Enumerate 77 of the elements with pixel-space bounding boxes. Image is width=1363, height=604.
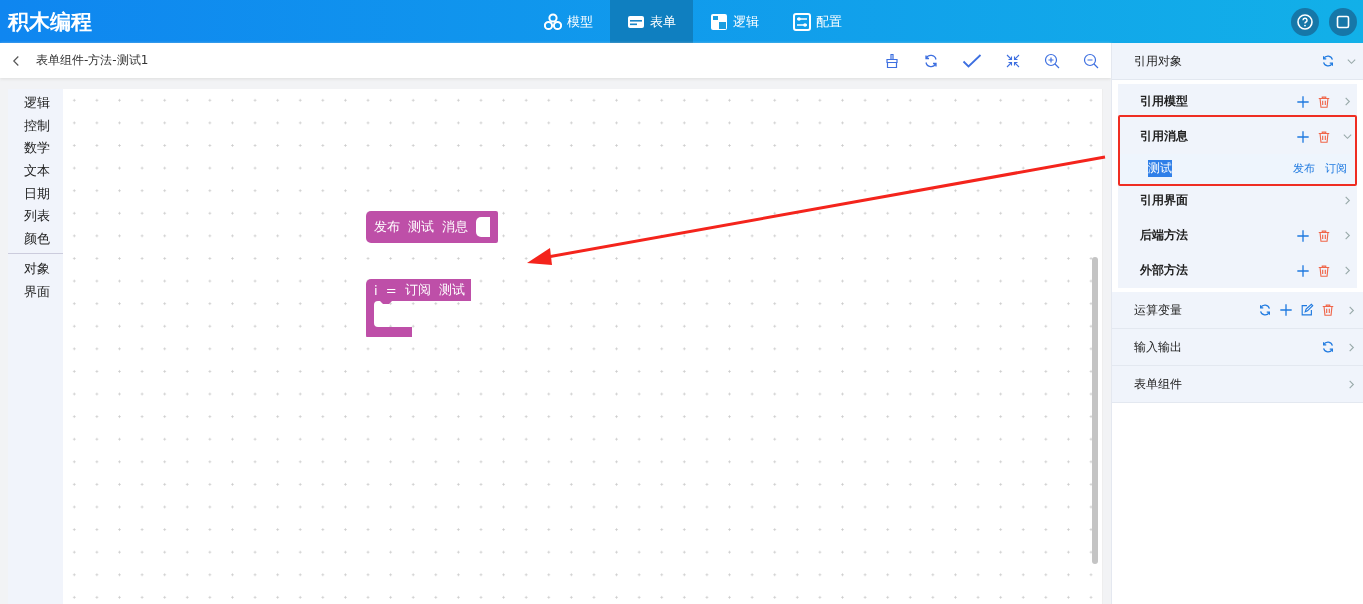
delete-icon[interactable]: [1317, 129, 1331, 144]
refresh-icon[interactable]: [1321, 54, 1335, 68]
item-name: 测试: [1148, 160, 1172, 177]
brush-icon[interactable]: [884, 52, 900, 69]
subsection-header[interactable]: 引用模型: [1118, 84, 1357, 119]
app-title: 积木编程: [6, 8, 93, 36]
chevron-icon[interactable]: [1342, 265, 1353, 276]
delete-icon[interactable]: [1317, 263, 1331, 278]
scrollbar[interactable]: [1092, 257, 1098, 564]
refresh-icon[interactable]: [1321, 340, 1335, 354]
toolbox-category[interactable]: 日期: [8, 182, 63, 206]
section-title: 输入输出: [1134, 338, 1182, 356]
panel-section-header[interactable]: 引用对象: [1112, 43, 1363, 80]
back-icon[interactable]: [12, 54, 21, 67]
block-label: 订阅: [404, 281, 431, 299]
subsection-header[interactable]: 后端方法: [1118, 218, 1357, 253]
toolbox-category[interactable]: 控制: [8, 114, 63, 138]
block-label: 测试: [408, 218, 434, 236]
panel-section-header[interactable]: 运算变量: [1112, 292, 1363, 329]
toolbox-category[interactable]: 文本: [8, 160, 63, 183]
subsection-header[interactable]: 引用消息: [1118, 119, 1357, 154]
subsection-title: 引用模型: [1140, 93, 1188, 110]
toolbox-category[interactable]: 列表: [8, 205, 63, 229]
collapse-icon[interactable]: [1005, 52, 1021, 69]
toolbox-category[interactable]: 数学: [8, 137, 63, 161]
fullscreen-icon[interactable]: [1329, 7, 1357, 36]
block-label: 测试: [438, 281, 465, 299]
chevron-icon[interactable]: [1342, 131, 1353, 142]
block-label: =: [385, 282, 397, 298]
chevron-icon[interactable]: [1342, 230, 1353, 241]
block-label: 发布: [374, 218, 400, 236]
subsection-title: 引用消息: [1140, 128, 1188, 145]
panel-section-header[interactable]: 表单组件: [1112, 366, 1363, 403]
code-block[interactable]: i = 订阅 测试: [366, 279, 471, 301]
code-block[interactable]: 发布 测试 消息: [366, 211, 498, 243]
add-icon[interactable]: [1296, 263, 1310, 278]
block-label: 消息: [442, 218, 468, 236]
section-title: 表单组件: [1134, 375, 1182, 393]
chevron-icon[interactable]: [1346, 304, 1357, 316]
toolbox-category[interactable]: 对象: [8, 257, 63, 281]
add-icon[interactable]: [1296, 129, 1310, 144]
subsection-title: 后端方法: [1140, 227, 1188, 244]
refresh-icon[interactable]: [1258, 303, 1272, 317]
subsection-header[interactable]: 引用界面: [1118, 183, 1357, 218]
breadcrumb: 表单组件-方法-测试1: [36, 52, 149, 69]
edit-icon[interactable]: [1300, 303, 1314, 317]
sliders-icon: [793, 12, 811, 31]
subsection-title: 引用界面: [1140, 192, 1188, 209]
add-icon[interactable]: [1296, 94, 1310, 109]
toolbox-category[interactable]: 界面: [8, 280, 63, 304]
item-link[interactable]: 发布: [1293, 161, 1315, 176]
message-item[interactable]: 测试 发布 订阅: [1118, 154, 1357, 183]
toolbox-category[interactable]: 逻辑: [8, 92, 63, 115]
delete-icon[interactable]: [1317, 228, 1331, 243]
chevron-icon[interactable]: [1346, 378, 1357, 390]
chevron-icon[interactable]: [1342, 96, 1353, 107]
help-icon[interactable]: [1291, 7, 1319, 36]
panel-section-header[interactable]: 输入输出: [1112, 329, 1363, 366]
input-socket: [476, 217, 490, 237]
zoom-in-icon[interactable]: [1044, 52, 1060, 69]
chevron-icon[interactable]: [1342, 195, 1353, 206]
section-title: 引用对象: [1134, 52, 1182, 70]
block-label: i: [374, 282, 378, 298]
refresh-icon[interactable]: [923, 52, 939, 69]
add-icon[interactable]: [1279, 303, 1293, 317]
check-icon[interactable]: [962, 52, 982, 69]
delete-icon[interactable]: [1321, 303, 1335, 317]
subsection-title: 外部方法: [1140, 262, 1188, 279]
add-icon[interactable]: [1296, 228, 1310, 243]
subsection-header[interactable]: 外部方法: [1118, 253, 1357, 288]
nav-tab[interactable]: 表单: [610, 0, 693, 43]
section-title: 运算变量: [1134, 301, 1182, 319]
toolbox-category[interactable]: 颜色: [8, 228, 63, 251]
item-link[interactable]: 订阅: [1325, 161, 1347, 176]
delete-icon[interactable]: [1317, 94, 1331, 109]
zoom-out-icon[interactable]: [1083, 52, 1099, 69]
chevron-icon[interactable]: [1346, 341, 1357, 353]
